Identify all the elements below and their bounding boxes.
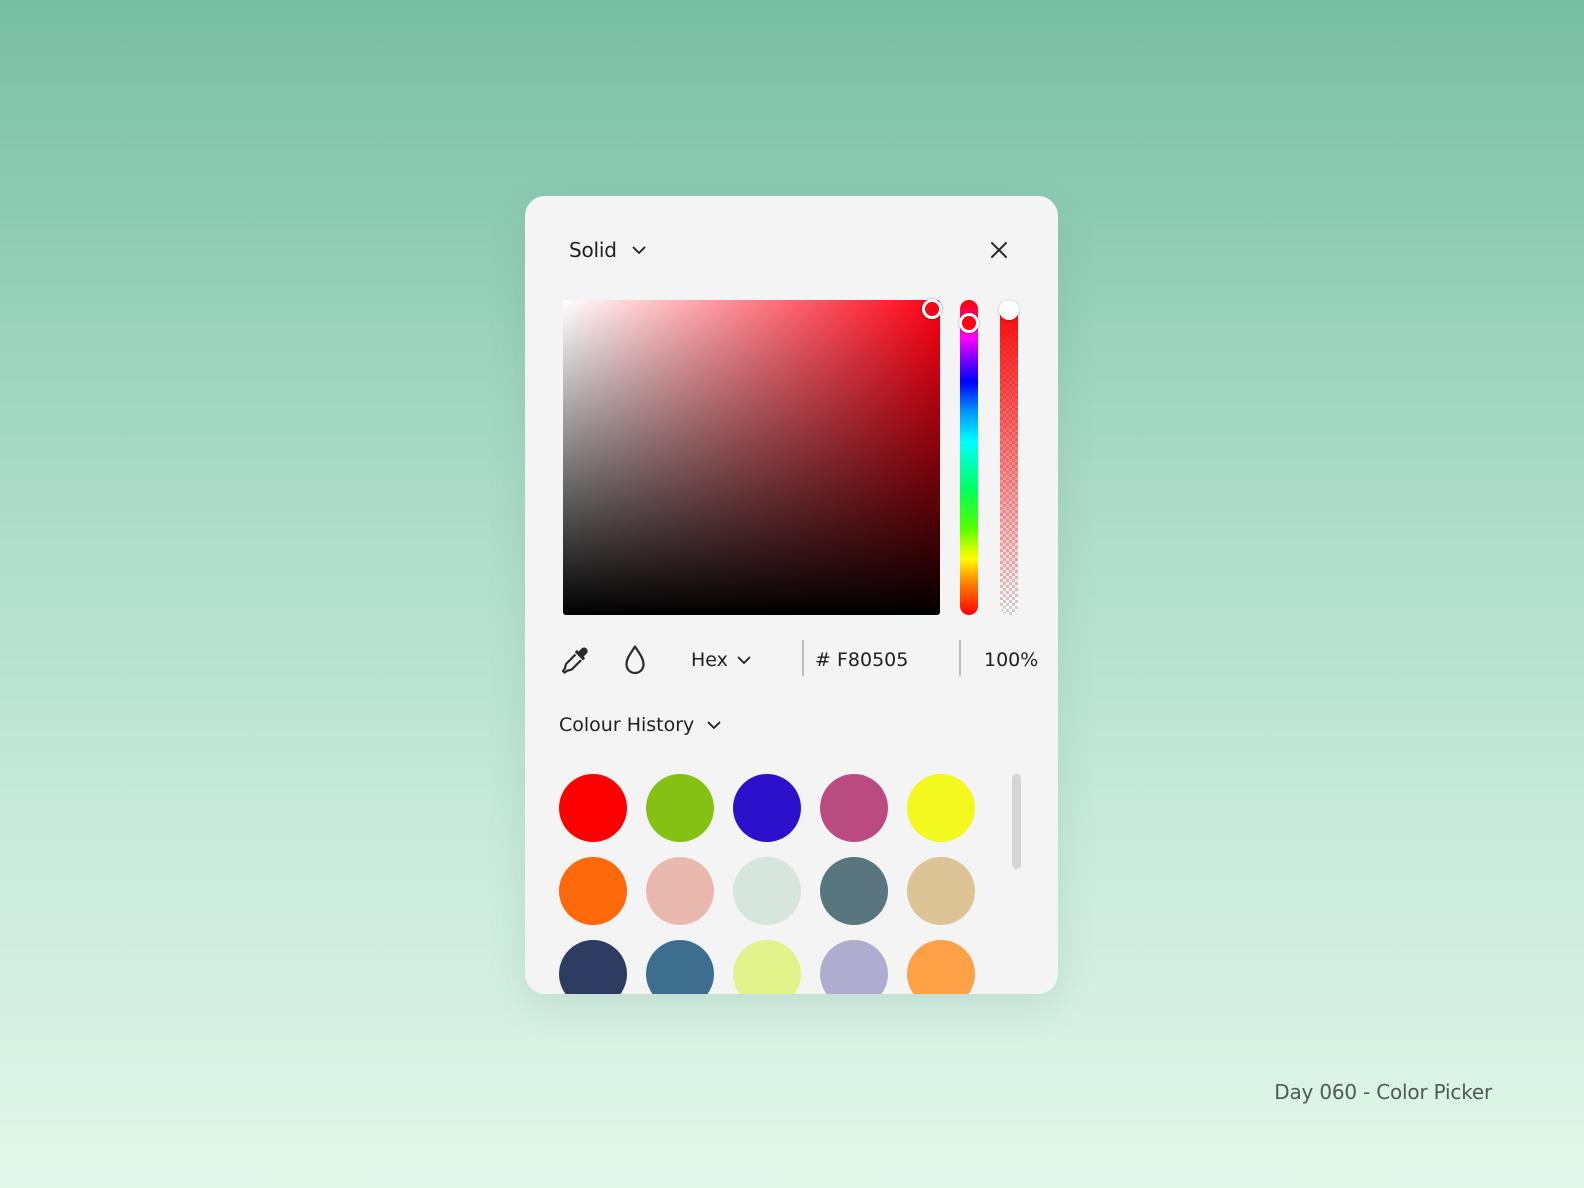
colour-swatch[interactable]	[646, 940, 714, 994]
colour-swatch[interactable]	[646, 774, 714, 842]
shot-caption: Day 060 - Color Picker	[1274, 1080, 1492, 1104]
colour-swatch[interactable]	[733, 857, 801, 925]
colour-swatch[interactable]	[907, 774, 975, 842]
saturation-brightness-area[interactable]	[563, 299, 943, 615]
opacity-slider[interactable]	[999, 300, 1019, 615]
colour-swatch[interactable]	[559, 857, 627, 925]
colour-swatch[interactable]	[820, 940, 888, 994]
colour-history-dropdown[interactable]: Colour History	[559, 708, 722, 742]
colour-swatch[interactable]	[820, 857, 888, 925]
color-picker-panel: Solid Hex # F80505 100% Colour History	[525, 196, 1058, 994]
divider	[959, 640, 961, 676]
swatches-scrollbar[interactable]	[1012, 774, 1021, 869]
colour-swatch[interactable]	[733, 774, 801, 842]
fill-type-label: Solid	[569, 238, 617, 262]
drop-icon[interactable]	[617, 642, 653, 678]
close-icon[interactable]	[987, 238, 1011, 262]
colour-swatch[interactable]	[559, 940, 627, 994]
colour-swatch[interactable]	[907, 857, 975, 925]
colour-swatch[interactable]	[820, 774, 888, 842]
hue-slider[interactable]	[959, 300, 979, 615]
colour-history-label: Colour History	[559, 714, 695, 736]
colour-swatch[interactable]	[733, 940, 801, 994]
color-format-label: Hex	[691, 649, 728, 671]
color-format-dropdown[interactable]: Hex	[691, 642, 752, 678]
colour-swatch[interactable]	[646, 857, 714, 925]
fill-type-dropdown[interactable]: Solid	[569, 233, 647, 267]
opacity-value-field[interactable]: 100%	[984, 642, 1044, 678]
colour-history-swatches	[559, 774, 979, 994]
chevron-down-icon	[737, 656, 751, 664]
hue-slider-handle[interactable]	[959, 312, 979, 333]
divider	[802, 640, 804, 676]
color-value-toolbar: Hex # F80505 100%	[559, 636, 1038, 682]
hex-value-field[interactable]: # F80505	[815, 642, 935, 678]
chevron-down-icon	[707, 721, 721, 729]
chevron-down-icon	[632, 246, 646, 254]
eyedropper-icon[interactable]	[559, 642, 595, 678]
opacity-slider-handle[interactable]	[999, 300, 1019, 320]
colour-swatch[interactable]	[907, 940, 975, 994]
saturation-brightness-handle[interactable]	[922, 299, 943, 320]
colour-swatch[interactable]	[559, 774, 627, 842]
